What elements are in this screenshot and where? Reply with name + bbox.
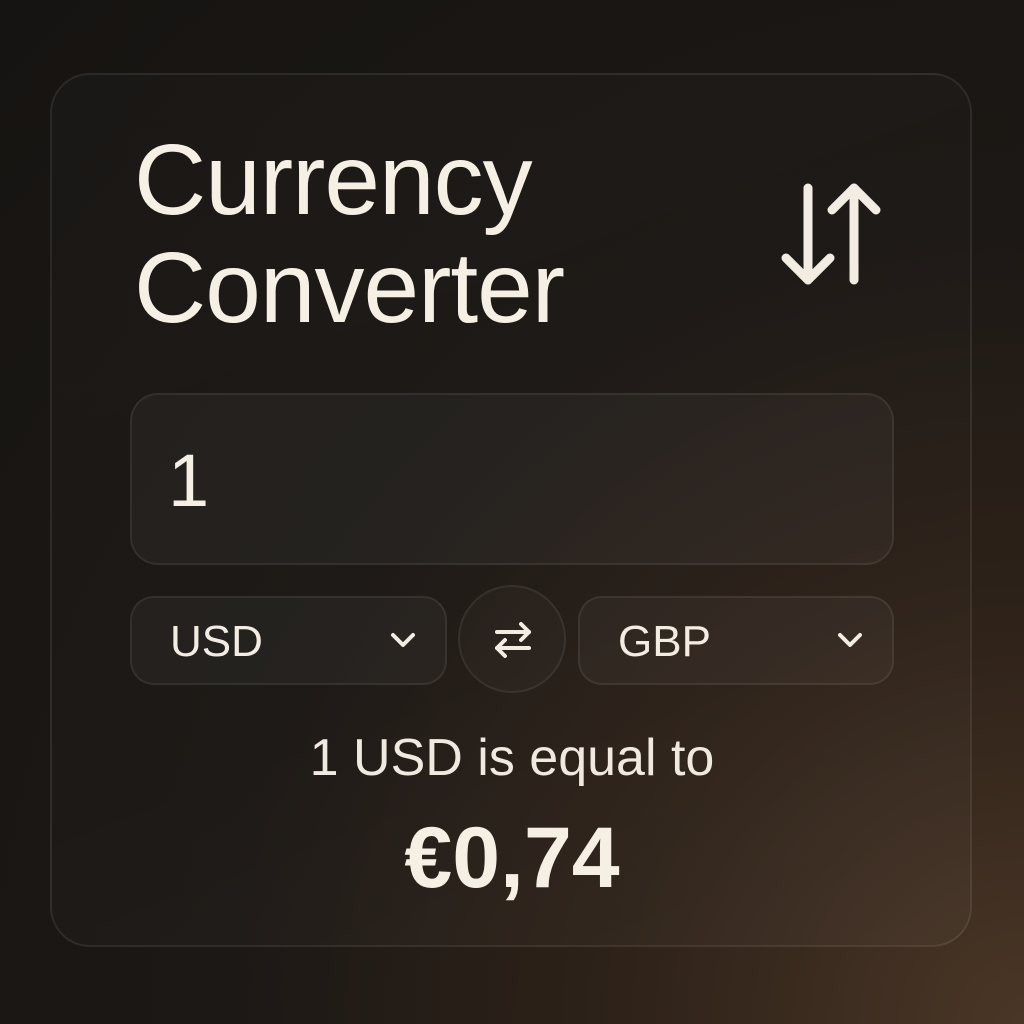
to-currency-value: GBP xyxy=(618,617,711,666)
page-title: Currency Converter xyxy=(134,124,565,344)
sort-arrows-icon[interactable] xyxy=(778,176,882,294)
from-currency-value: USD xyxy=(170,617,263,666)
amount-field[interactable] xyxy=(130,393,894,565)
conversion-result: €0,74 xyxy=(404,810,620,906)
swap-currencies-button[interactable] xyxy=(458,585,566,693)
to-currency-select[interactable]: GBP xyxy=(578,596,894,685)
swap-arrows-icon xyxy=(495,622,531,658)
from-currency-select[interactable]: USD xyxy=(130,596,447,685)
title-line-1: Currency xyxy=(134,124,533,236)
title-line-2: Converter xyxy=(134,232,565,344)
amount-input[interactable] xyxy=(168,425,848,535)
chevron-down-icon xyxy=(838,633,862,647)
conversion-description: 1 USD is equal to xyxy=(309,729,715,787)
chevron-down-icon xyxy=(391,633,415,647)
